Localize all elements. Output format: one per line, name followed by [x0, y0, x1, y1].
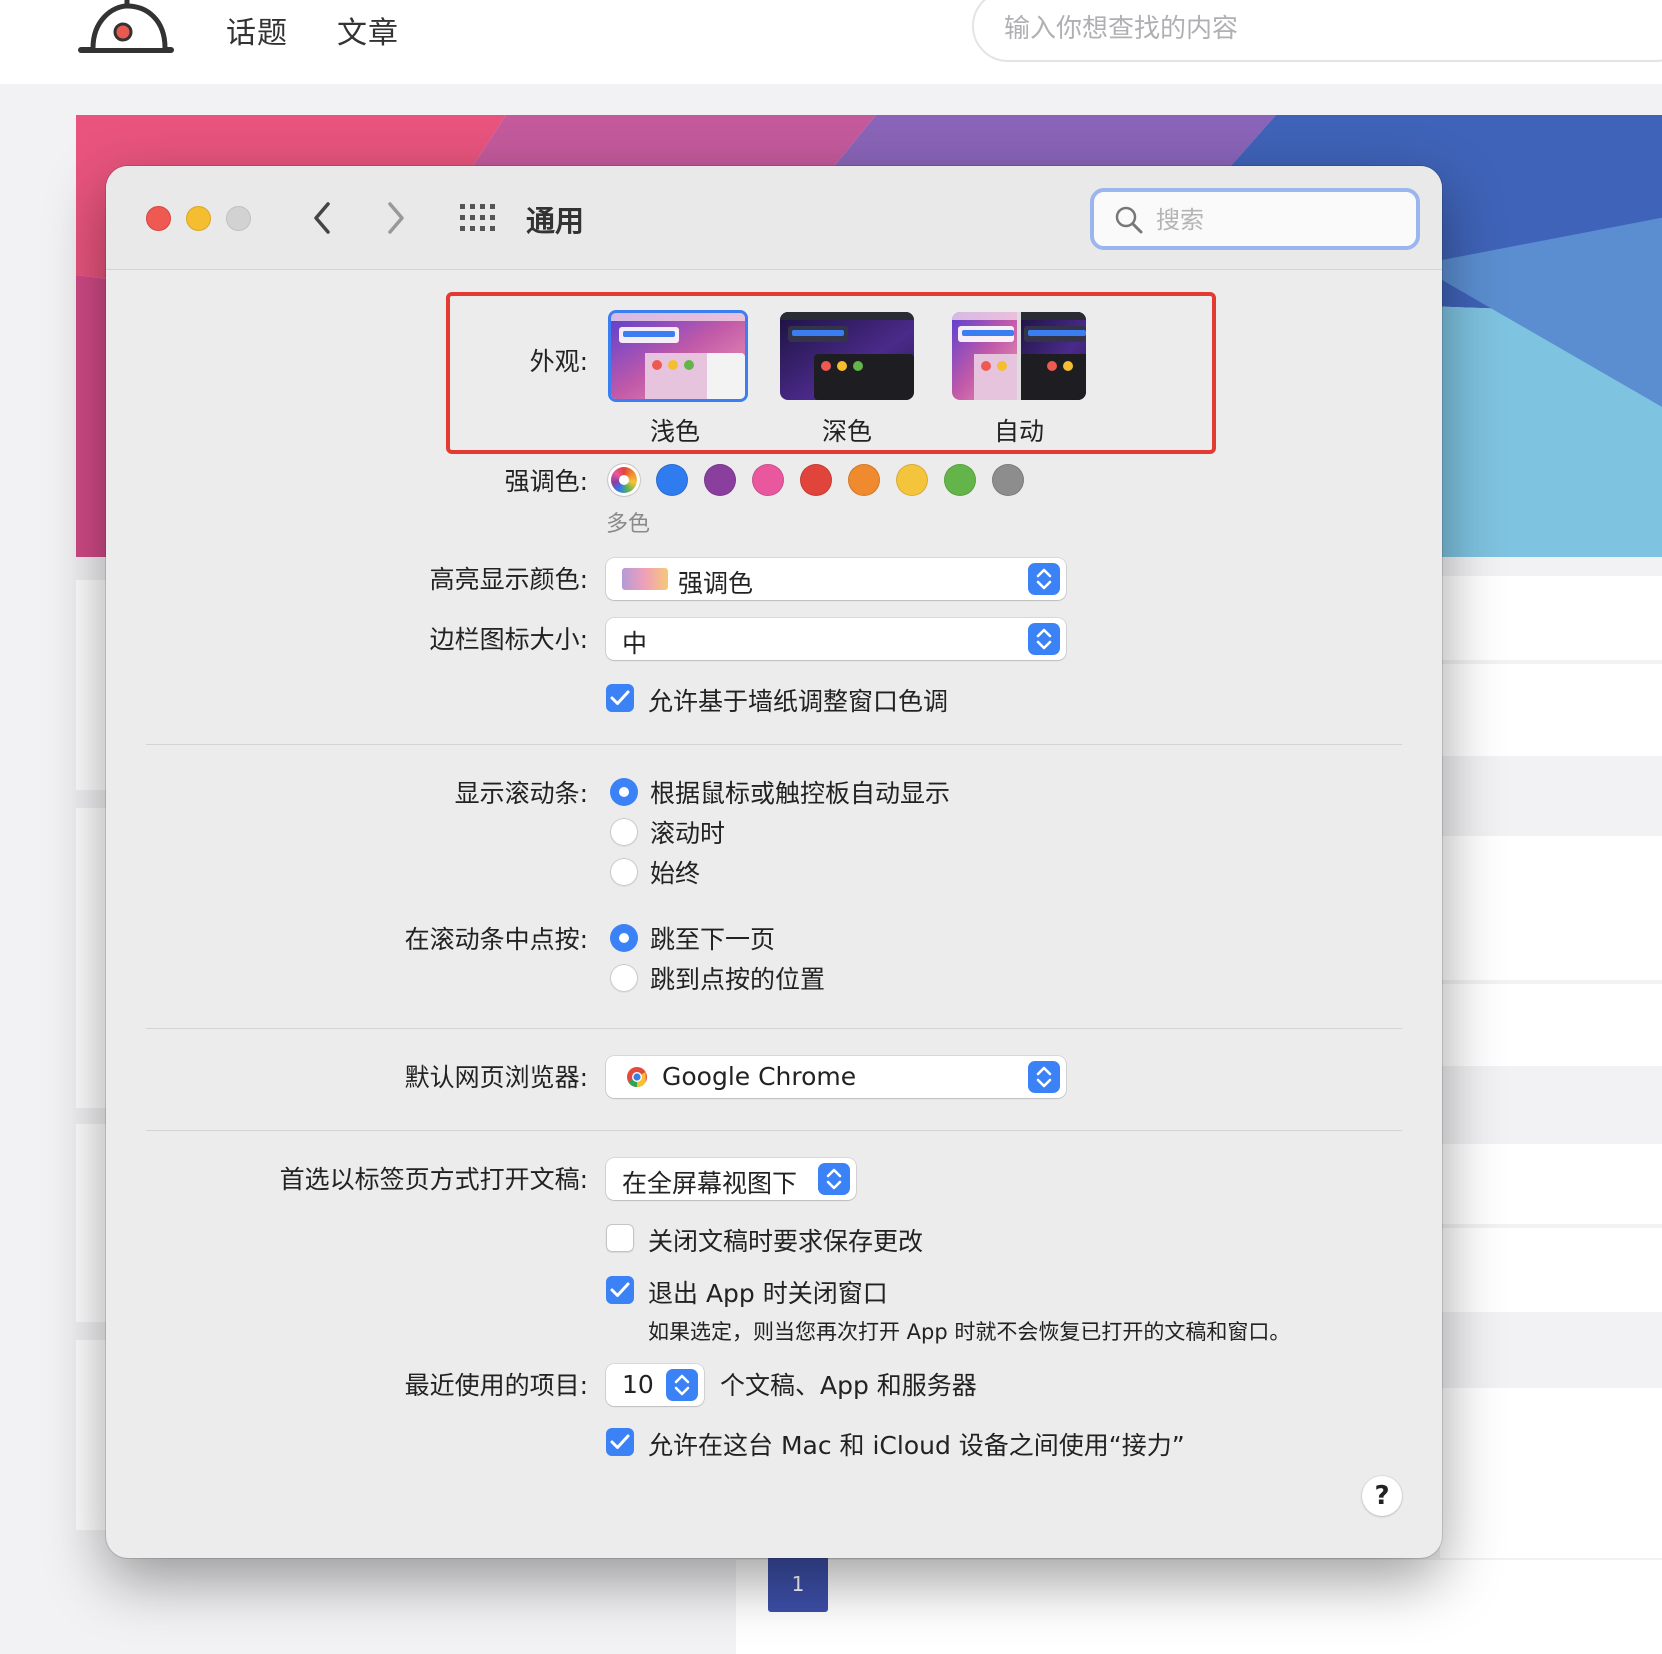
- accent-color-label: 强调色:: [504, 467, 588, 496]
- site-search-input[interactable]: [1004, 14, 1604, 44]
- chrome-icon: [627, 1067, 647, 1088]
- accent-swatch[interactable]: [752, 464, 784, 496]
- ask-keep-changes-checkbox[interactable]: [606, 1224, 634, 1252]
- close-windows-note: 如果选定，则当您再次打开 App 时就不会恢复已打开的文稿和窗口。: [648, 1320, 1291, 1344]
- sidebar-icon-size-label: 边栏图标大小:: [429, 625, 588, 654]
- appearance-light-label: 浅色: [650, 417, 701, 446]
- appearance-label: 外观:: [529, 347, 588, 376]
- popup-chevron-icon: [1028, 1061, 1060, 1093]
- recent-items-popup[interactable]: 10: [606, 1364, 704, 1406]
- zoom-window-button[interactable]: [226, 206, 251, 231]
- appearance-dark-option[interactable]: [780, 312, 914, 400]
- jump-next-page-radio[interactable]: [610, 924, 638, 952]
- appearance-auto-option[interactable]: [952, 312, 1086, 400]
- wallpaper-tint-checkbox[interactable]: [606, 684, 634, 712]
- close-windows-checkbox[interactable]: [606, 1276, 634, 1304]
- jump-to-spot-radio[interactable]: [610, 964, 638, 992]
- show-scrollbars-label: 显示滚动条:: [454, 779, 588, 808]
- accent-swatch[interactable]: [992, 464, 1024, 496]
- accent-swatch[interactable]: [800, 464, 832, 496]
- prefer-tabs-label: 首选以标签页方式打开文稿:: [279, 1165, 588, 1194]
- recent-items-label: 最近使用的项目:: [404, 1371, 588, 1400]
- default-browser-popup[interactable]: Google Chrome: [606, 1056, 1066, 1098]
- right-list-item: [1440, 1144, 1662, 1224]
- forward-arrow-icon[interactable]: [384, 200, 408, 236]
- right-list-item: [1440, 1388, 1662, 1558]
- general-preferences-window: 通用 外观:: [106, 166, 1442, 1558]
- accent-swatch[interactable]: [704, 464, 736, 496]
- recent-items-value: 10: [622, 1370, 654, 1399]
- minimize-window-button[interactable]: [186, 206, 211, 231]
- right-list-item: [1440, 1228, 1662, 1312]
- highlight-color-label: 高亮显示颜色:: [429, 565, 588, 594]
- site-header: 话题 文章: [0, 0, 1662, 84]
- prefer-tabs-value: 在全屏幕视图下: [622, 1169, 798, 1198]
- close-window-button[interactable]: [146, 206, 171, 231]
- search-icon: [1115, 206, 1143, 234]
- recent-items-suffix: 个文稿、App 和服务器: [720, 1371, 977, 1400]
- highlight-color-value: 强调色: [678, 569, 754, 598]
- appearance-auto-label: 自动: [994, 417, 1045, 446]
- appearance-light-option[interactable]: [608, 310, 748, 402]
- auto-thumbnail-icon: [952, 312, 1086, 400]
- popup-chevron-icon: [818, 1163, 850, 1195]
- section-divider: [146, 744, 1402, 745]
- jump-to-spot-label: 跳到点按的位置: [650, 965, 826, 994]
- popup-chevron-icon: [1028, 623, 1060, 655]
- default-browser-label: 默认网页浏览器:: [404, 1063, 588, 1092]
- accent-swatch[interactable]: [608, 464, 640, 496]
- scrollbars-auto-radio[interactable]: [610, 778, 638, 806]
- nav-articles[interactable]: 文章: [337, 8, 399, 52]
- accent-swatch[interactable]: [896, 464, 928, 496]
- accent-swatch[interactable]: [656, 464, 688, 496]
- prefs-search-input[interactable]: [1156, 206, 1396, 234]
- sidebar-icon-size-value: 中: [622, 629, 648, 658]
- cap-logo-icon[interactable]: [75, 0, 179, 58]
- back-arrow-icon[interactable]: [310, 200, 334, 236]
- wallpaper-tint-label: 允许基于墙纸调整窗口色调: [648, 687, 949, 716]
- scrollbars-when-scrolling-label: 滚动时: [650, 819, 726, 848]
- page-button[interactable]: 1: [768, 1556, 828, 1612]
- accent-swatch[interactable]: [944, 464, 976, 496]
- prefs-search-box: [1090, 188, 1420, 250]
- jump-next-page-label: 跳至下一页: [650, 925, 776, 954]
- right-list-item: [1440, 836, 1662, 980]
- handoff-label: 允许在这台 Mac 和 iCloud 设备之间使用“接力”: [648, 1431, 1185, 1460]
- right-list-item: [1440, 984, 1662, 1066]
- scrollbars-auto-label: 根据鼠标或触控板自动显示: [650, 779, 951, 808]
- accent-swatch[interactable]: [848, 464, 880, 496]
- scrollbars-always-label: 始终: [650, 859, 701, 888]
- appearance-dark-label: 深色: [822, 417, 873, 446]
- click-scrollbar-label: 在滚动条中点按:: [404, 925, 588, 954]
- popup-chevron-icon: [1028, 563, 1060, 595]
- nav-topics[interactable]: 话题: [226, 8, 288, 52]
- ask-keep-changes-label: 关闭文稿时要求保存更改: [648, 1227, 924, 1256]
- accent-selected-caption: 多色: [606, 512, 651, 537]
- right-list-item: [1440, 664, 1662, 756]
- help-button[interactable]: ?: [1362, 1476, 1402, 1516]
- default-browser-value: Google Chrome: [662, 1062, 857, 1091]
- window-titlebar: 通用: [106, 166, 1442, 270]
- show-all-grid-icon[interactable]: [458, 202, 498, 234]
- prefer-tabs-popup[interactable]: 在全屏幕视图下: [606, 1158, 856, 1200]
- highlight-color-popup[interactable]: 强调色: [606, 558, 1066, 600]
- popup-chevron-icon: [666, 1369, 698, 1401]
- highlight-swatch-icon: [622, 568, 668, 590]
- section-divider: [146, 1028, 1402, 1029]
- sidebar-icon-size-popup[interactable]: 中: [606, 618, 1066, 660]
- scrollbars-when-scrolling-radio[interactable]: [610, 818, 638, 846]
- window-title: 通用: [526, 204, 585, 238]
- site-search-box: [972, 0, 1662, 62]
- section-divider: [146, 1130, 1402, 1131]
- light-thumbnail-icon: [611, 313, 745, 399]
- close-windows-label: 退出 App 时关闭窗口: [648, 1279, 888, 1308]
- pagination-area: [736, 1560, 1662, 1654]
- handoff-checkbox[interactable]: [606, 1428, 634, 1456]
- scrollbars-always-radio[interactable]: [610, 858, 638, 886]
- right-list-item: [1440, 576, 1662, 660]
- dark-thumbnail-icon: [780, 312, 914, 400]
